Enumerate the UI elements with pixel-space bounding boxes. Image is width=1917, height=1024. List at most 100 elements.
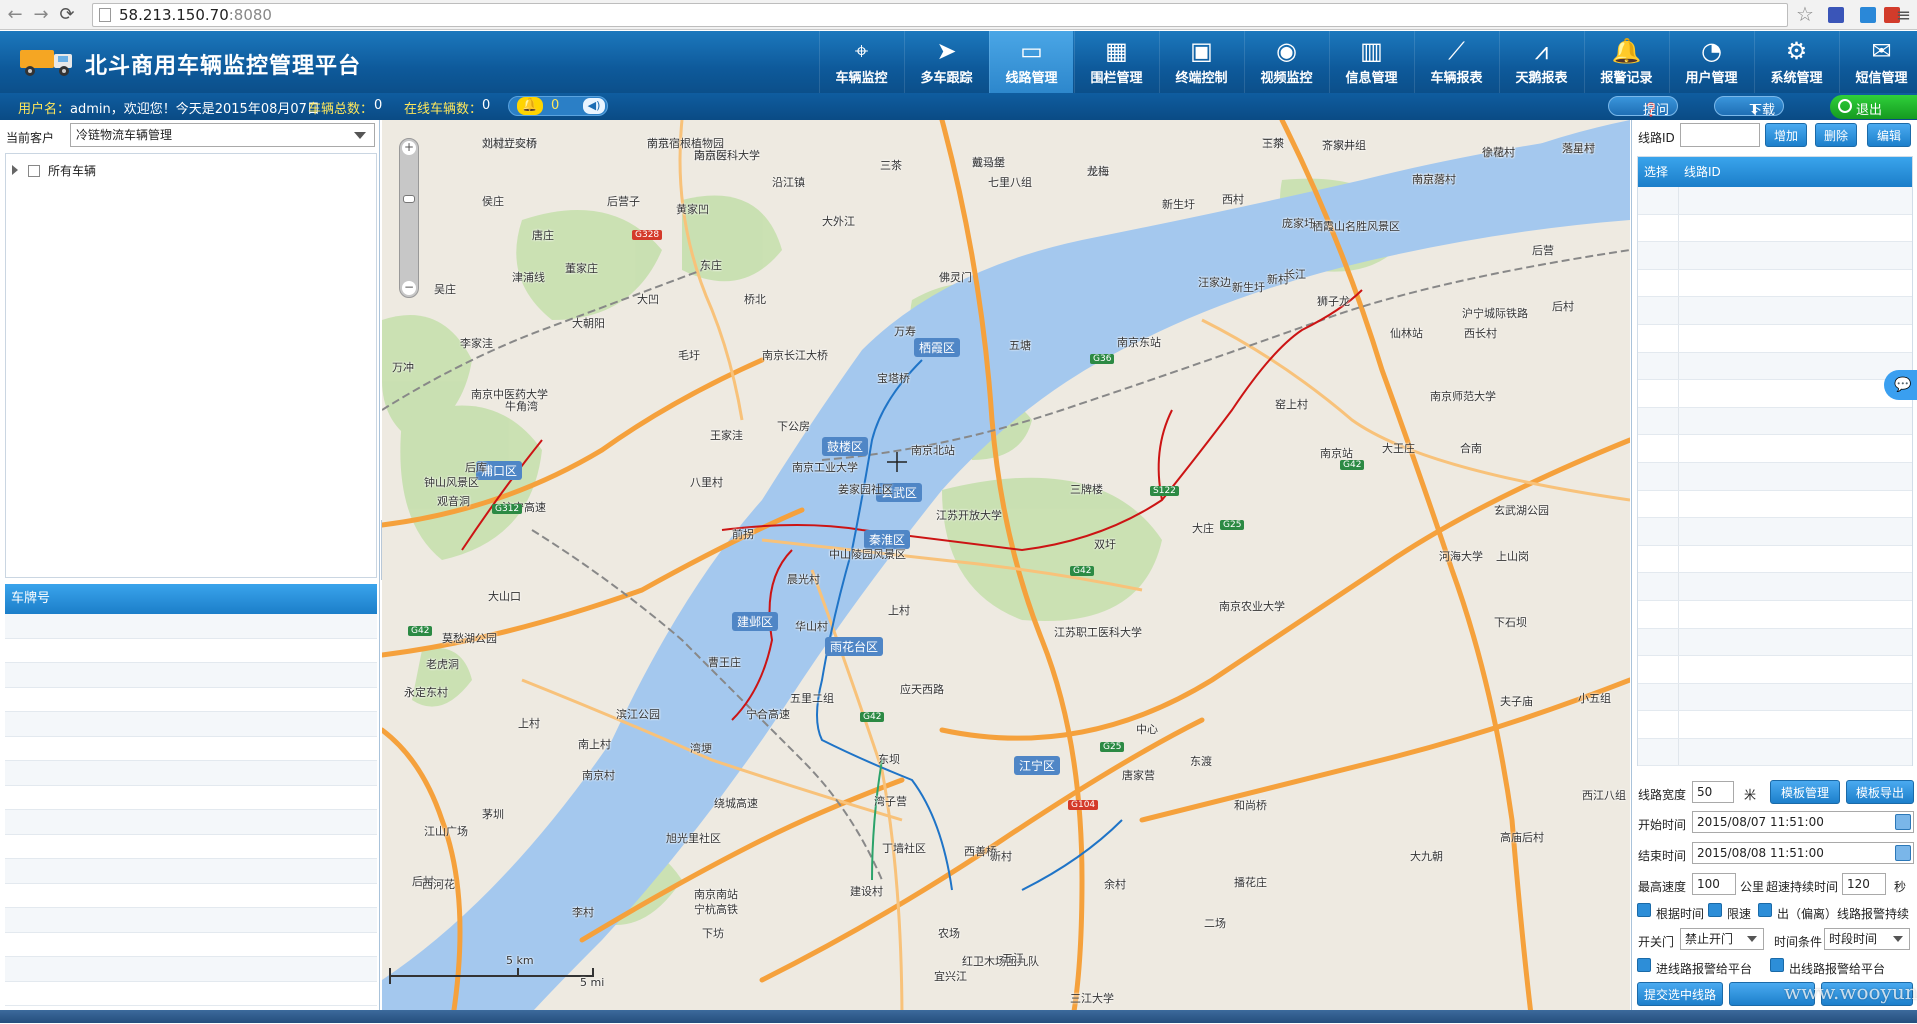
address-bar[interactable]: 58.213.150.70:8080: [92, 3, 1788, 27]
menu-item[interactable]: ▦ 围栏管理: [1074, 31, 1158, 93]
menu-item-label: 天鹅报表: [1515, 71, 1568, 86]
table-row: [1638, 683, 1912, 712]
district-label[interactable]: 建邺区: [732, 612, 779, 631]
total-vehicles-label: 车辆总数：: [308, 102, 374, 117]
map-place-label: 南京工业大学: [792, 461, 858, 475]
back-icon[interactable]: ←: [4, 4, 26, 26]
menu-item[interactable]: ◉ 视频监控: [1244, 31, 1328, 93]
map-place-label: 李家洼: [460, 336, 493, 350]
zoom-handle[interactable]: [403, 195, 415, 203]
zoom-slider[interactable]: + −: [399, 138, 419, 298]
scale-km-label: 5 km: [506, 954, 534, 967]
map-place-label: 仙林站: [1390, 326, 1423, 340]
map-place-label: 南京师范大学: [1430, 390, 1496, 404]
map-place-label: 王家洼: [710, 429, 743, 443]
district-label[interactable]: 栖霞区: [914, 338, 961, 357]
extension-icon[interactable]: [1860, 7, 1876, 23]
district-label[interactable]: 雨花台区: [825, 637, 884, 656]
calendar-icon[interactable]: [1895, 845, 1911, 861]
expand-arrow-icon[interactable]: [12, 165, 18, 175]
out-route-alarm-checkbox[interactable]: [1770, 958, 1784, 972]
map-place-label: 和尚桥: [1234, 799, 1267, 813]
map-place-label: 五塘: [1009, 339, 1031, 353]
menu-item[interactable]: ⟋ 车辆报表: [1414, 31, 1498, 93]
overspeed-duration-input[interactable]: 120: [1842, 873, 1886, 895]
road-shield: G36: [1090, 354, 1115, 364]
add-button[interactable]: 增加: [1765, 123, 1807, 147]
map-place-label: 龙梅: [1087, 164, 1109, 178]
menu-item[interactable]: ✉ 短信管理: [1839, 31, 1917, 93]
start-time-input[interactable]: 2015/08/07 11:51:00: [1692, 811, 1914, 833]
door-select[interactable]: 禁止开门: [1680, 928, 1764, 950]
map-place-label: 大朝阳: [572, 317, 605, 331]
list-item: [5, 933, 377, 957]
customer-select[interactable]: 冷链物流车辆管理: [70, 123, 375, 147]
calendar-icon[interactable]: [1895, 814, 1911, 830]
download-button[interactable]: ⬇ 下载: [1714, 96, 1784, 118]
route-chart-icon: ▭: [1020, 37, 1043, 65]
tree-checkbox[interactable]: [28, 165, 40, 177]
zoom-in-icon[interactable]: +: [402, 141, 416, 155]
menu-item[interactable]: ⌖ 车辆监控: [819, 31, 903, 93]
map-place-label: 落星村: [1562, 141, 1595, 155]
district-label[interactable]: 鼓楼区: [822, 437, 869, 456]
time-condition-value: 时段时间: [1829, 932, 1878, 946]
delete-button[interactable]: 删除: [1815, 123, 1857, 147]
map-view[interactable]: 栖霞区 鼓楼区 玄武区 秦淮区 浦口区 建邺区 雨花台区 江宁区 北城圩农场 前范…: [382, 120, 1630, 1023]
table-row: [1638, 269, 1912, 298]
ask-button[interactable]: ❓ 提问: [1608, 96, 1678, 118]
district-label[interactable]: 江宁区: [1014, 756, 1061, 775]
route-id-label: 线路ID: [1638, 131, 1675, 145]
tree-node-all-vehicles[interactable]: 所有车辆: [12, 162, 96, 179]
max-speed-input[interactable]: 100: [1692, 873, 1736, 895]
chat-icon[interactable]: 💬: [1884, 370, 1917, 400]
route-width-input[interactable]: 50: [1692, 781, 1734, 803]
reload-icon[interactable]: ⟳: [56, 4, 78, 26]
template-management-button[interactable]: 模板管理: [1770, 780, 1840, 804]
map-canvas[interactable]: [382, 120, 1630, 1023]
forward-icon[interactable]: →: [30, 4, 52, 26]
map-place-label: 后库: [465, 461, 487, 475]
road-shield: G104: [1068, 800, 1099, 810]
menu-item[interactable]: ▥ 信息管理: [1329, 31, 1413, 93]
map-place-label: 湾埂: [690, 741, 712, 755]
menu-item[interactable]: ▭ 线路管理: [989, 31, 1073, 93]
logout-button[interactable]: 退出: [1830, 95, 1917, 119]
speed-limit-checkbox[interactable]: [1708, 903, 1722, 917]
alarm-indicator[interactable]: 🔔 0 ◀): [508, 96, 608, 116]
table-row: [1638, 545, 1912, 574]
map-place-label: 南京村: [582, 768, 615, 782]
extension-icon[interactable]: [1828, 7, 1844, 23]
end-time-input[interactable]: 2015/08/08 11:51:00: [1692, 842, 1914, 864]
left-panel: 当前客户 冷链物流车辆管理 所有车辆 车牌号: [0, 120, 380, 1023]
menu-item[interactable]: ⩘ 天鹅报表: [1499, 31, 1583, 93]
table-row: [1638, 738, 1912, 767]
table-row: [1638, 490, 1912, 519]
route-id-input[interactable]: [1680, 123, 1760, 147]
in-route-alarm-checkbox[interactable]: [1637, 958, 1651, 972]
speaker-icon[interactable]: ◀): [583, 98, 605, 114]
template-export-button[interactable]: 模板导出: [1846, 780, 1914, 804]
map-place-label: 下石坝: [1494, 616, 1527, 630]
map-place-label: 庞家圩: [1282, 217, 1315, 231]
map-place-label: 新生圩: [1232, 280, 1265, 294]
menu-item[interactable]: ➤ 多车跟踪: [904, 31, 988, 93]
bookmark-star-icon[interactable]: ☆: [1796, 2, 1814, 26]
menu-item[interactable]: 🔔 报警记录: [1584, 31, 1668, 93]
by-time-checkbox[interactable]: [1637, 903, 1651, 917]
list-item: [5, 835, 377, 859]
table-row: [1638, 242, 1912, 270]
menu-item[interactable]: ▣ 终端控制: [1159, 31, 1243, 93]
zoom-out-icon[interactable]: −: [402, 281, 416, 295]
submit-selected-route-button[interactable]: 提交选中线路: [1637, 982, 1723, 1006]
map-place-label: 小五组: [1578, 691, 1611, 705]
deviation-alarm-checkbox[interactable]: [1758, 903, 1772, 917]
menu-item[interactable]: ⚙ 系统管理: [1754, 31, 1838, 93]
col-route-id: 线路ID: [1684, 165, 1721, 179]
menu-item[interactable]: ◔ 用户管理: [1669, 31, 1753, 93]
browser-menu-icon[interactable]: ≡: [1896, 5, 1911, 26]
edit-button[interactable]: 编辑: [1867, 123, 1911, 147]
map-place-label: 三茶: [880, 158, 902, 172]
time-condition-select[interactable]: 时段时间: [1824, 928, 1910, 950]
table-row: [1638, 297, 1912, 325]
